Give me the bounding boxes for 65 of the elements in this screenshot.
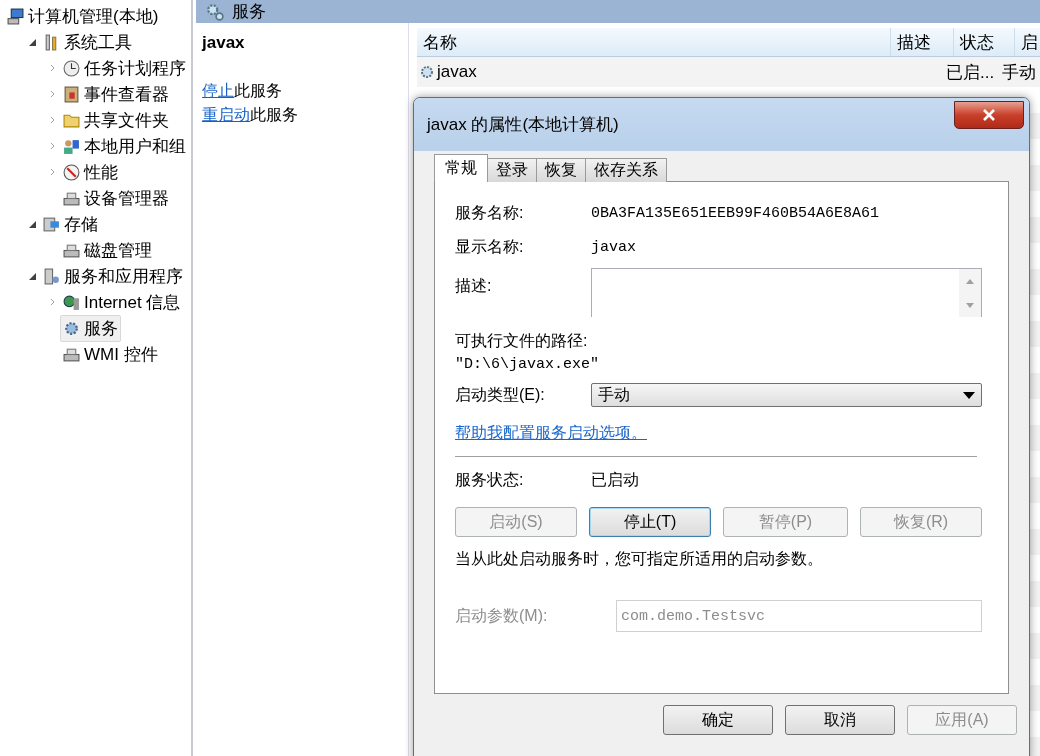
gear-icon	[63, 319, 80, 337]
tree-item[interactable]: 存储	[40, 210, 101, 238]
server-icon	[43, 267, 60, 285]
path-value: "D:\6\javax.exe"	[455, 356, 601, 373]
action-link[interactable]: 重启动	[202, 106, 250, 123]
tab[interactable]: 常规	[434, 154, 488, 182]
column-header[interactable]: 启	[1015, 28, 1040, 56]
close-button[interactable]	[954, 101, 1024, 129]
panel-title: 服务	[232, 1, 266, 23]
tree-item[interactable]: 服务和应用程序	[40, 262, 186, 290]
field-label: 描述:	[455, 276, 493, 296]
close-icon	[982, 109, 996, 121]
table-cell-text: 已启...	[945, 61, 996, 84]
dialog-title: javax 的属性(本地计算机)	[427, 114, 619, 136]
field-label: 启动类型(E):	[455, 384, 546, 405]
tree-item[interactable]: 性能	[60, 158, 121, 186]
computer-icon	[7, 7, 24, 25]
column-header[interactable]: 状态	[954, 28, 1015, 56]
tab[interactable]: 恢复	[536, 158, 586, 182]
field-label: 服务状态:	[455, 469, 525, 490]
tree-item[interactable]: 设备管理器	[60, 184, 172, 212]
startup-type-dropdown[interactable]: 手动	[591, 383, 982, 407]
gear-icon	[206, 2, 224, 21]
tree-item[interactable]: 系统工具	[40, 28, 135, 56]
dialog-button[interactable]: 取消	[785, 705, 895, 735]
tree-item[interactable]: 磁盘管理	[60, 236, 155, 264]
status-value: 已启动	[591, 469, 639, 490]
field-label: 显示名称:	[455, 236, 525, 257]
tree-item[interactable]: 任务计划程序	[60, 54, 189, 82]
dropdown-arrow-icon	[963, 391, 975, 399]
dialog-button[interactable]: 确定	[663, 705, 773, 735]
action-text: 此服务	[234, 82, 282, 99]
clock-icon	[63, 59, 80, 77]
service-control-button[interactable]: 停止(T)	[589, 507, 712, 537]
tree-item[interactable]: WMI 控件	[60, 340, 161, 368]
up-arrow-icon[interactable]	[966, 278, 974, 284]
storage-icon	[43, 215, 60, 233]
tree-item[interactable]: 本地用户和组	[60, 132, 189, 160]
down-arrow-icon[interactable]	[966, 302, 974, 308]
column-header[interactable]: 描述	[891, 28, 954, 56]
tab[interactable]: 依存关系	[585, 158, 667, 182]
help-link[interactable]: 帮助我配置服务启动选项。	[455, 424, 647, 441]
action-text: 此服务	[250, 106, 298, 123]
field-label: 服务名称:	[455, 202, 525, 223]
action-link[interactable]: 停止	[202, 82, 234, 99]
tree-item[interactable]: 共享文件夹	[60, 106, 172, 134]
tree-item[interactable]: 服务	[60, 314, 121, 342]
scrollbar[interactable]	[959, 269, 981, 317]
tab[interactable]: 登录	[487, 158, 537, 182]
field-label: 启动参数(M):	[455, 605, 549, 626]
field-value: javax	[591, 238, 636, 256]
tree-item[interactable]: Internet 信息	[60, 288, 184, 316]
table-cell: javax	[417, 62, 886, 82]
book-icon	[63, 85, 80, 103]
description-field[interactable]	[591, 268, 982, 317]
table-cell-text: 手动	[1001, 61, 1037, 84]
column-header[interactable]: 名称	[417, 28, 891, 56]
field-value: 0BA3FA135E651EEB99F460B54A6E8A61	[591, 204, 880, 222]
hint-text: 当从此处启动服务时，您可指定所适用的启动参数。	[455, 549, 824, 569]
tree-item[interactable]: 事件查看器	[60, 80, 172, 108]
service-title: javax	[202, 33, 246, 53]
gear-icon	[419, 64, 435, 80]
tree-item[interactable]: 计算机管理(本地)	[4, 2, 162, 30]
field-label: 可执行文件的路径:	[455, 331, 589, 351]
users-icon	[63, 137, 80, 155]
